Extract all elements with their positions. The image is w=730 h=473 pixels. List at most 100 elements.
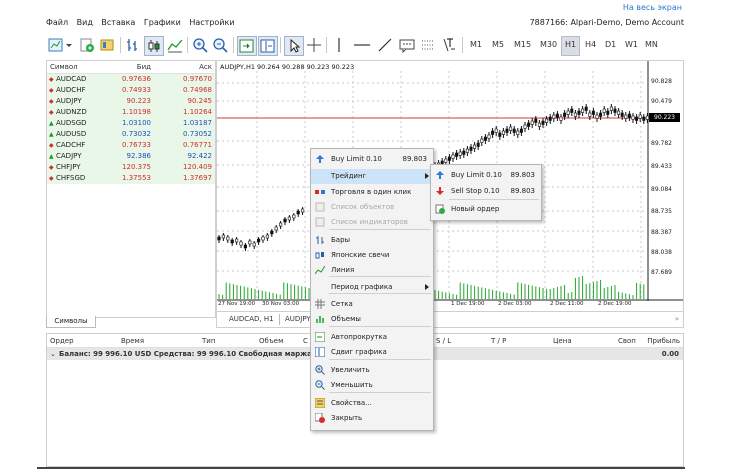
column-volume[interactable]: Объем bbox=[259, 337, 283, 345]
submenu-item-buy-limit[interactable]: Buy Limit 0.10 89.803 bbox=[431, 168, 541, 183]
context-item-one-click-trading[interactable]: Торговля в один клик bbox=[311, 185, 433, 200]
submenu-item-new-order[interactable]: Новый ордер bbox=[431, 202, 541, 217]
candle-body bbox=[473, 144, 477, 149]
crosshair-icon[interactable] bbox=[305, 36, 323, 54]
market-watch-row[interactable]: ◆ CHFSGD 1.37553 1.37697 bbox=[47, 173, 215, 184]
fullscreen-link[interactable]: На весь экран bbox=[623, 3, 682, 12]
candle-body bbox=[270, 230, 274, 235]
new-chart-icon[interactable] bbox=[48, 36, 74, 54]
market-watch-row[interactable]: ◆ AUDNZD 1.10198 1.10264 bbox=[47, 107, 215, 118]
menu-file[interactable]: Файл bbox=[46, 18, 68, 27]
symbols-tab[interactable]: Символы bbox=[46, 316, 96, 328]
autoscroll-icon[interactable] bbox=[237, 36, 257, 56]
context-item-line-chart[interactable]: Линия bbox=[311, 263, 433, 278]
timeframe-d1[interactable]: D1 bbox=[602, 36, 619, 54]
vertical-line-icon[interactable] bbox=[333, 36, 345, 54]
bars-chart-icon[interactable] bbox=[124, 36, 142, 54]
market-watch-row[interactable]: ◆ CADCHF 0.76733 0.76771 bbox=[47, 140, 215, 151]
zoom-out-icon[interactable] bbox=[211, 36, 229, 54]
profit-total: 0.00 bbox=[661, 350, 679, 358]
column-sl[interactable]: S / L bbox=[436, 337, 451, 345]
market-watch-row[interactable]: ◆ AUDJPY 90.223 90.245 bbox=[47, 96, 215, 107]
context-item-candles[interactable]: Японские свечи bbox=[311, 248, 433, 263]
menu-item-label: Бары bbox=[331, 236, 351, 244]
timeframe-mn[interactable]: MN bbox=[642, 36, 661, 54]
market-watch-header: Символ Бид Аск bbox=[47, 61, 215, 74]
market-watch-row[interactable]: ◆ AUDCHF 0.74933 0.74968 bbox=[47, 85, 215, 96]
column-profit[interactable]: Прибыль bbox=[647, 337, 680, 345]
time-axis-label: 2 Dec 03:00 bbox=[498, 301, 532, 307]
submenu-item-sell-stop[interactable]: Sell Stop 0.10 89.803 bbox=[431, 184, 541, 199]
chart-tab-audjpy[interactable]: AUDJPY, bbox=[285, 315, 313, 323]
column-bid[interactable]: Бид bbox=[137, 63, 151, 71]
context-item-chart-period[interactable]: Период графика bbox=[311, 280, 433, 295]
market-watch-row[interactable]: ▲ AUDUSD 0.73032 0.73052 bbox=[47, 129, 215, 140]
timeframe-m30[interactable]: M30 bbox=[537, 36, 560, 54]
candle-body bbox=[631, 115, 635, 120]
column-swap[interactable]: Своп bbox=[618, 337, 636, 345]
context-item-buy-limit[interactable]: Buy Limit 0.10 89.803 bbox=[311, 152, 433, 167]
menu-item-label: Список объектов bbox=[331, 203, 395, 211]
context-item-objects-list: Список объектов bbox=[311, 200, 433, 215]
menu-insert[interactable]: Вставка bbox=[101, 18, 135, 27]
chart-shift-icon[interactable] bbox=[258, 36, 278, 56]
market-watch-toggle-icon[interactable] bbox=[98, 36, 116, 54]
market-watch-row[interactable]: ▲ AUDSGD 1.03100 1.03187 bbox=[47, 118, 215, 129]
candle-body bbox=[620, 112, 624, 117]
context-item-zoom-in[interactable]: Увеличить bbox=[311, 363, 433, 378]
channel-icon[interactable] bbox=[419, 36, 437, 54]
column-symbol[interactable]: Символ bbox=[50, 63, 78, 71]
trend-line-icon[interactable] bbox=[376, 36, 394, 54]
column-price[interactable]: Цена bbox=[553, 337, 572, 345]
timeframe-h1[interactable]: H1 bbox=[561, 36, 581, 56]
candle-body bbox=[602, 108, 606, 113]
column-symbol-terminal[interactable]: С bbox=[303, 337, 308, 345]
context-item-properties[interactable]: Свойства... bbox=[311, 396, 433, 411]
text-label-icon[interactable] bbox=[398, 36, 416, 54]
market-watch-row[interactable]: ◆ CHFJPY 120.375 120.409 bbox=[47, 162, 215, 173]
line-chart-icon[interactable] bbox=[166, 36, 184, 54]
market-watch-row[interactable]: ◆ AUDCAD 0.97636 0.97670 bbox=[47, 74, 215, 85]
column-time[interactable]: Время bbox=[121, 337, 144, 345]
context-item-volumes[interactable]: Объемы bbox=[311, 312, 433, 327]
column-order[interactable]: Ордер bbox=[50, 337, 74, 345]
timeframe-m15[interactable]: M15 bbox=[511, 36, 534, 54]
objects-list-icon bbox=[315, 202, 325, 212]
chart-tab-audcad[interactable]: AUDCAD, H1 bbox=[229, 315, 274, 323]
timeframe-w1[interactable]: W1 bbox=[622, 36, 641, 54]
context-item-zoom-out[interactable]: Уменьшить bbox=[311, 378, 433, 393]
market-watch-row[interactable]: ▲ CADJPY 92.386 92.422 bbox=[47, 151, 215, 162]
context-item-autoscroll[interactable]: Автопрокрутка bbox=[311, 330, 433, 345]
collapse-icon[interactable]: ⌄ bbox=[50, 350, 56, 358]
context-item-bars[interactable]: Бары bbox=[311, 233, 433, 248]
cursor-icon[interactable] bbox=[284, 36, 304, 56]
menu-settings[interactable]: Настройки bbox=[189, 18, 234, 27]
menu-item-label: Увеличить bbox=[331, 366, 370, 374]
column-type[interactable]: Тип bbox=[202, 337, 215, 345]
zoom-in-icon[interactable] bbox=[191, 36, 209, 54]
fibonacci-icon[interactable] bbox=[440, 36, 458, 54]
chart-tabs-scroll-icon[interactable]: » bbox=[675, 315, 679, 323]
candles-chart-icon[interactable] bbox=[144, 36, 164, 56]
timeframe-h4[interactable]: H4 bbox=[582, 36, 599, 54]
bid-price: 90.223 bbox=[126, 97, 152, 105]
arrow-down-icon: ◆ bbox=[49, 87, 54, 94]
timeframe-m5[interactable]: M5 bbox=[489, 36, 507, 54]
column-tp[interactable]: T / P bbox=[491, 337, 506, 345]
context-item-chart-shift[interactable]: Сдвиг графика bbox=[311, 345, 433, 360]
menu-item-label: Сдвиг графика bbox=[331, 348, 387, 356]
price-axis-label: 87.689 bbox=[651, 269, 672, 276]
timeframe-m1[interactable]: M1 bbox=[467, 36, 485, 54]
arrow-up-icon: ▲ bbox=[49, 120, 54, 127]
menu-charts[interactable]: Графики bbox=[144, 18, 181, 27]
context-item-close-chart[interactable]: Закрыть bbox=[311, 411, 433, 426]
horizontal-line-icon[interactable] bbox=[352, 36, 372, 54]
arrow-up-icon: ▲ bbox=[49, 131, 54, 138]
column-ask[interactable]: Аск bbox=[199, 63, 212, 71]
menu-view[interactable]: Вид bbox=[77, 18, 93, 27]
context-item-trading[interactable]: Трейдинг bbox=[311, 169, 433, 184]
candle-body bbox=[261, 236, 265, 241]
context-item-grid[interactable]: Сетка bbox=[311, 297, 433, 312]
trading-submenu: Buy Limit 0.10 89.803 Sell Stop 0.10 89.803… bbox=[430, 164, 542, 221]
profiles-icon[interactable] bbox=[78, 36, 96, 54]
